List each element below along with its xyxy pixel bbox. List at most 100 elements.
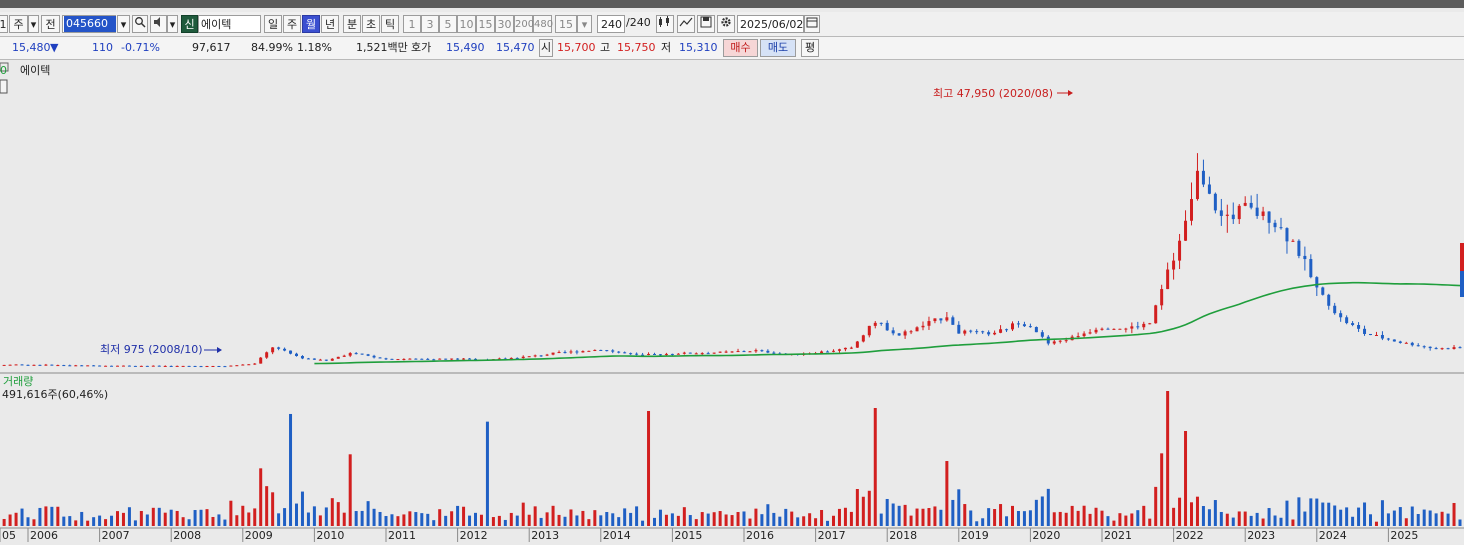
gear-icon[interactable] <box>717 15 735 33</box>
tick-button[interactable]: 틱 <box>381 15 399 33</box>
volume-bar <box>647 410 651 526</box>
interval-15[interactable]: 15 <box>476 15 495 33</box>
stock-name-field[interactable]: 에이텍 <box>198 15 261 33</box>
candle-body <box>336 356 340 359</box>
candle-body <box>1369 333 1372 336</box>
minute-button[interactable]: 분 <box>343 15 361 33</box>
candle-body <box>509 357 513 359</box>
volume-bar <box>438 509 442 526</box>
volume-bar <box>1291 519 1295 526</box>
interval-480[interactable]: 480 <box>533 15 553 33</box>
sound-dropdown-icon[interactable]: ▾ <box>167 15 178 33</box>
save-icon[interactable] <box>697 15 715 33</box>
interval-dropdown-icon[interactable]: ▾ <box>577 15 592 33</box>
candle-body <box>1345 317 1349 324</box>
volume-bar <box>1011 505 1014 526</box>
volume-bar <box>1333 505 1337 526</box>
volume-bar <box>694 519 698 526</box>
volume-bar <box>479 514 483 526</box>
volume-bar <box>247 512 251 526</box>
day-button[interactable]: 일 <box>264 15 282 33</box>
stock-code-input[interactable]: 045660 <box>62 15 116 33</box>
interval-custom[interactable]: 15 <box>555 15 577 33</box>
volume-bar <box>229 500 233 526</box>
candle-body <box>348 353 352 356</box>
yearly-button[interactable]: 년 <box>321 15 339 33</box>
volume-bar <box>754 508 758 526</box>
interval-1[interactable]: 1 <box>403 15 421 33</box>
count-input[interactable]: 240 <box>597 15 625 33</box>
sound-icon[interactable] <box>150 15 167 33</box>
interval-3[interactable]: 3 <box>421 15 439 33</box>
volume-bar <box>1106 516 1110 526</box>
candle-body <box>169 365 173 367</box>
volume-bar <box>945 461 949 526</box>
quote-bar: 15,480 ▼ 110 -0.71% 97,617 84.99% 1.18% … <box>0 37 1464 60</box>
candle-body <box>1297 240 1301 256</box>
volume-bar <box>396 516 400 526</box>
volume-bar <box>1273 515 1277 526</box>
week-button[interactable]: 주 <box>9 15 28 33</box>
candle-body <box>951 317 955 325</box>
interval-10[interactable]: 10 <box>457 15 476 33</box>
candle-body <box>563 352 567 354</box>
candle-body <box>557 352 561 354</box>
volume-bar <box>951 499 955 526</box>
chart-type-icon[interactable] <box>656 15 674 33</box>
candle-body <box>1315 277 1319 288</box>
crosshair-icon[interactable] <box>677 15 695 33</box>
volume-bar <box>605 511 609 526</box>
interval-5[interactable]: 5 <box>439 15 457 33</box>
volume-bar <box>1058 511 1062 526</box>
volume-bar <box>44 506 48 526</box>
candle-body <box>527 356 531 358</box>
volume-bar <box>778 516 782 526</box>
date-input[interactable]: 2025/06/02 <box>737 15 804 33</box>
candle-body <box>432 359 436 361</box>
volume-bar <box>14 512 18 526</box>
volume-bar <box>820 509 824 526</box>
volume-bar <box>1309 498 1313 526</box>
candle-body <box>235 365 239 367</box>
candle-body <box>539 355 543 357</box>
interval-30[interactable]: 30 <box>495 15 514 33</box>
dropdown-arrow-icon[interactable]: ▾ <box>28 15 39 33</box>
panel-menu-icon[interactable] <box>0 79 8 94</box>
calendar-icon[interactable] <box>804 15 820 33</box>
volume-bar <box>1190 502 1193 526</box>
candle-body <box>1076 336 1080 338</box>
candle-body <box>1052 341 1056 344</box>
volume-bar <box>74 520 78 526</box>
candle-body <box>133 365 137 367</box>
buy-button[interactable]: 매수 <box>723 39 758 57</box>
candle-body <box>1124 328 1128 330</box>
search-icon[interactable] <box>132 15 148 33</box>
candle-body <box>1130 326 1134 329</box>
candle-body <box>861 335 865 342</box>
volume-bar <box>1297 497 1301 526</box>
volume-bar <box>318 515 322 526</box>
candle-body <box>1243 202 1247 206</box>
prev-button[interactable]: 전 <box>41 15 60 33</box>
candle-body <box>1058 340 1062 342</box>
volume-bar <box>1369 514 1372 526</box>
volume-bar <box>1154 486 1158 526</box>
candle-body <box>897 333 901 336</box>
candle-body <box>653 353 656 355</box>
candle-body <box>647 353 651 355</box>
sell-button[interactable]: 매도 <box>760 39 796 57</box>
candle-body <box>1374 334 1378 336</box>
volume-bar <box>462 506 466 526</box>
volume-bar <box>163 512 167 526</box>
volume-bar <box>1046 488 1050 526</box>
weekly-button[interactable]: 주 <box>283 15 301 33</box>
candle-body <box>1255 207 1259 216</box>
interval-200[interactable]: 200 <box>514 15 534 33</box>
x-tick-label: 2011 <box>388 529 416 542</box>
monthly-button[interactable]: 월 <box>302 15 320 33</box>
period-stub[interactable]: 1 <box>0 15 8 33</box>
second-button[interactable]: 초 <box>362 15 380 33</box>
volume-bar <box>1345 507 1349 526</box>
code-dropdown-icon[interactable]: ▾ <box>117 15 130 33</box>
average-button[interactable]: 평 <box>801 39 819 57</box>
